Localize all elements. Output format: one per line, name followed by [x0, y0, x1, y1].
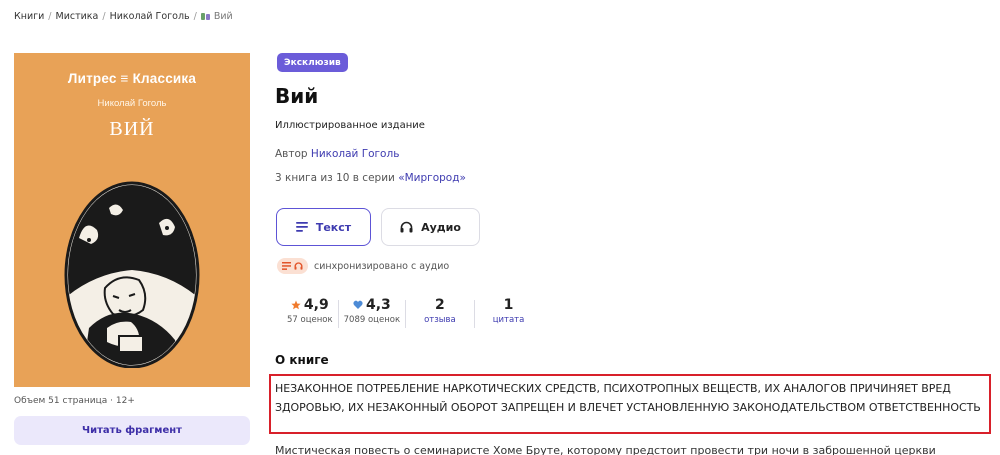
headphones-icon	[400, 221, 413, 233]
book-title: Вий	[275, 84, 319, 108]
about-heading: О книге	[275, 353, 329, 367]
stat-quotes[interactable]: 1 цитата	[475, 297, 543, 325]
quotes-link[interactable]: цитата	[493, 315, 525, 325]
format-audio-label: Аудио	[421, 220, 461, 234]
stat-value: 4,3	[353, 297, 391, 313]
series-row: 3 книга из 10 в серии «Миргород»	[275, 172, 466, 184]
drug-warning-text: НЕЗАКОННОЕ ПОТРЕБЛЕНИЕ НАРКОТИЧЕСКИХ СРЕ…	[275, 382, 981, 414]
sync-icons	[277, 258, 308, 274]
book-subtitle: Иллюстрированное издание	[275, 120, 425, 131]
book-description: Мистическая повесть о семинаристе Хоме Б…	[275, 444, 936, 455]
litres-rating-value: 4,9	[303, 297, 329, 313]
reviews-value: 2	[435, 297, 445, 313]
live-rating-count: 7089 оценок	[343, 315, 401, 325]
live-rating-value: 4,3	[365, 297, 391, 313]
quotes-value: 1	[503, 297, 514, 313]
breadcrumb-item-mystic[interactable]: Мистика	[56, 11, 99, 22]
book-volume: Объем 51 страница · 12+	[14, 396, 135, 406]
format-text-label: Текст	[315, 220, 352, 234]
stat-litres-rating[interactable]: 4,9 57 оценок	[282, 297, 338, 325]
breadcrumb-current: Вий	[200, 11, 233, 22]
book-stats: 4,9 57 оценок 4,3 7089 оценок 2 отзыва 1…	[282, 297, 542, 328]
litres-rating-count: 57 оценок	[287, 315, 333, 325]
sync-info: синхронизировано с аудио	[277, 258, 449, 274]
read-fragment-button[interactable]: Читать фрагмент	[14, 416, 250, 445]
breadcrumb-separator: /	[48, 11, 52, 22]
exclusive-badge: Эксклюзив	[277, 53, 348, 72]
breadcrumb-item-author[interactable]: Николай Гоголь	[110, 11, 190, 22]
breadcrumb-item-books[interactable]: Книги	[14, 11, 44, 22]
stat-reviews[interactable]: 2 отзыва	[406, 297, 474, 325]
format-text-button[interactable]: Текст	[276, 208, 371, 246]
series-link[interactable]: «Миргород»	[398, 172, 466, 184]
author-row: Автор Николай Гоголь	[275, 148, 399, 160]
stat-value: 4,9	[291, 297, 329, 313]
text-lines-icon	[282, 262, 291, 270]
author-prefix: Автор	[275, 148, 308, 160]
breadcrumb-separator: /	[102, 11, 106, 22]
cover-title: ВИЙ	[109, 118, 155, 140]
book-icon	[200, 12, 211, 21]
series-prefix: 3 книга из 10 в серии	[275, 172, 395, 184]
text-lines-icon	[295, 222, 308, 232]
format-audio-button[interactable]: Аудио	[381, 208, 480, 246]
breadcrumb-current-label: Вий	[213, 11, 233, 22]
cover-author: Николай Гоголь	[97, 98, 167, 109]
star-icon	[291, 300, 301, 310]
heart-icon	[353, 300, 363, 309]
cover-illustration	[64, 181, 200, 368]
cover-brand: Литрес ≡ Классика	[67, 71, 197, 86]
breadcrumb: Книги / Мистика / Николай Гоголь / Вий	[14, 11, 233, 22]
headphones-icon	[294, 262, 303, 270]
drug-warning-box: НЕЗАКОННОЕ ПОТРЕБЛЕНИЕ НАРКОТИЧЕСКИХ СРЕ…	[269, 374, 991, 434]
reviews-link[interactable]: отзыва	[424, 315, 456, 325]
book-cover[interactable]: Литрес ≡ Классика Николай Гоголь ВИЙ	[14, 53, 250, 387]
author-link[interactable]: Николай Гоголь	[311, 148, 399, 160]
breadcrumb-separator: /	[193, 11, 197, 22]
stat-live-rating[interactable]: 4,3 7089 оценок	[339, 297, 405, 325]
sync-label: синхронизировано с аудио	[314, 260, 450, 272]
